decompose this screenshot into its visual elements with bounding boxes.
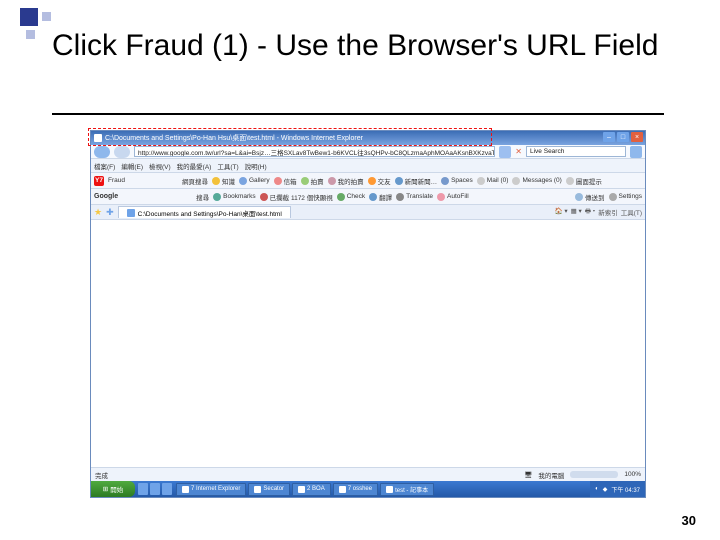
google-item-5[interactable]: AutoFill [437,193,469,201]
taskbar-apps: 7 Internet Explorer Secator 2 BOA 7 ossh… [176,483,434,496]
favorites-star-icon[interactable]: ★ [94,207,102,218]
stop-button[interactable]: ✕ [515,147,522,156]
ie-icon [94,134,102,142]
google-item-3[interactable]: 翻譯 [369,192,392,202]
ql-icon-3[interactable] [162,483,172,495]
google-search-button[interactable]: 搜尋 [196,192,209,202]
yahoo-item-7[interactable]: Spaces [441,177,473,185]
menu-edit[interactable]: 編輯(E) [121,161,143,171]
zone-text: 我的電腦 [538,470,564,480]
menu-bar: 檔案(F) 編輯(E) 檢視(V) 我的最愛(A) 工具(T) 說明(H) [91,159,645,173]
taskbar-app-3[interactable]: 7 osshee [333,483,378,496]
slide-title: Click Fraud (1) - Use the Browser's URL … [52,28,676,64]
google-item-0[interactable]: Bookmarks [213,193,256,201]
add-favorites-icon[interactable]: ✚ [106,207,114,218]
quick-launch [138,483,172,495]
slide: Click Fraud (1) - Use the Browser's URL … [0,0,720,540]
window-buttons: ‒ □ × [603,132,643,142]
menu-view[interactable]: 檢視(V) [149,161,171,171]
yahoo-toolbar: Y7 Fraud 網頁搜尋 知識 Gallery 信箱 拍賣 我的拍賣 交友 新… [91,173,645,189]
taskbar-app-1[interactable]: Secator [248,483,290,496]
start-label: 開始 [110,484,123,494]
status-text: 完成 [95,470,108,480]
window-title-text: C:\Documents and Settings\Po-Han Hsu\桌面\… [105,133,363,143]
menu-file[interactable]: 檔案(F) [94,161,115,171]
zoom-percent: 100% [624,471,641,478]
start-button[interactable]: ⊞ 開始 [91,481,135,497]
tray-icon-1[interactable]: ◐ [595,486,599,492]
slide-accent [20,8,56,44]
menu-tools[interactable]: 工具(T) [217,161,238,171]
google-item-2[interactable]: Check [337,193,365,201]
tray-clock: 下午 04:37 [611,485,640,494]
system-tray: ◐ ◆ 下午 04:37 [590,481,645,497]
zoom-slider[interactable] [570,471,618,478]
status-bar: 完成 🖥 我的電腦 100% [91,467,645,481]
refresh-button[interactable] [499,146,511,158]
tab-favicon-icon [127,209,135,217]
maximize-button[interactable]: □ [617,132,629,142]
google-logo-icon: Google [94,193,118,200]
tab-right-1[interactable]: 工具(T) [621,207,642,218]
close-button[interactable]: × [631,132,643,142]
yahoo-item-4[interactable]: 我的拍賣 [328,176,364,186]
url-field[interactable]: http://www.google.com.tw/url?sa=L&ai=Bsj… [134,146,495,157]
tab-right-0[interactable]: 新索引 [598,207,618,218]
taskbar-app-4[interactable]: test - 記事本 [380,483,434,496]
yahoo-item-6[interactable]: 新聞新聞… [395,176,438,186]
page-content-area [91,220,645,467]
yahoo-item-9[interactable]: Messages (0) [512,177,561,185]
google-item-1[interactable]: 已攔截 1172 個快顯視 [260,192,333,202]
yahoo-item-3[interactable]: 拍賣 [301,176,324,186]
yahoo-search-button[interactable]: 網頁搜尋 [182,176,208,186]
search-field[interactable]: Live Search [526,146,626,157]
slide-page-number: 30 [682,513,696,528]
tab-strip: ★ ✚ C:\Documents and Settings\Po-Han\桌面\… [91,205,645,220]
windows-logo-icon: ⊞ [103,485,108,493]
ql-icon-2[interactable] [150,483,160,495]
yahoo-item-0[interactable]: 知識 [212,176,235,186]
menu-help[interactable]: 說明(H) [245,161,267,171]
address-bar-row: http://www.google.com.tw/url?sa=L&ai=Bsj… [91,145,645,159]
google-item-6[interactable]: 傳送到 [575,192,605,202]
title-underline [52,113,664,115]
back-button[interactable] [94,146,110,158]
taskbar-app-0[interactable]: 7 Internet Explorer [176,483,246,496]
yahoo-item-2[interactable]: 信箱 [274,176,297,186]
browser-screenshot: C:\Documents and Settings\Po-Han Hsu\桌面\… [90,130,646,498]
taskbar-app-2[interactable]: 2 BOA [292,483,331,496]
yahoo-item-10[interactable]: 圖面提示 [566,176,602,186]
window-titlebar: C:\Documents and Settings\Po-Han Hsu\桌面\… [91,131,645,145]
google-item-7[interactable]: Settings [609,193,643,201]
google-item-4[interactable]: Translate [396,193,433,201]
tab-label: C:\Documents and Settings\Po-Han\桌面\test… [138,208,282,218]
ql-icon-1[interactable] [138,483,148,495]
active-tab[interactable]: C:\Documents and Settings\Po-Han\桌面\test… [118,206,291,218]
feeds-icon[interactable]: ▦ ▾ [571,207,582,218]
yahoo-item-8[interactable]: Mail (0) [477,177,509,185]
home-icon[interactable]: 🏠 ▾ [554,207,567,218]
forward-button[interactable] [114,146,130,158]
yahoo-item-5[interactable]: 交友 [368,176,391,186]
print-icon[interactable]: 🖶 ▾ [585,207,595,218]
yahoo-logo-icon: Y7 [94,176,104,186]
tray-icon-2[interactable]: ◆ [603,486,608,493]
minimize-button[interactable]: ‒ [603,132,615,142]
menu-favorites[interactable]: 我的最愛(A) [177,161,212,171]
zone-icon: 🖥 [524,471,532,479]
yahoo-search-input[interactable]: Fraud [108,177,178,184]
yahoo-item-1[interactable]: Gallery [239,177,270,185]
windows-taskbar: ⊞ 開始 7 Internet Explorer Secator 2 BOA 7… [91,481,645,497]
search-go-button[interactable] [630,146,642,158]
google-toolbar: Google 搜尋 Bookmarks 已攔截 1172 個快顯視 Check … [91,189,645,205]
